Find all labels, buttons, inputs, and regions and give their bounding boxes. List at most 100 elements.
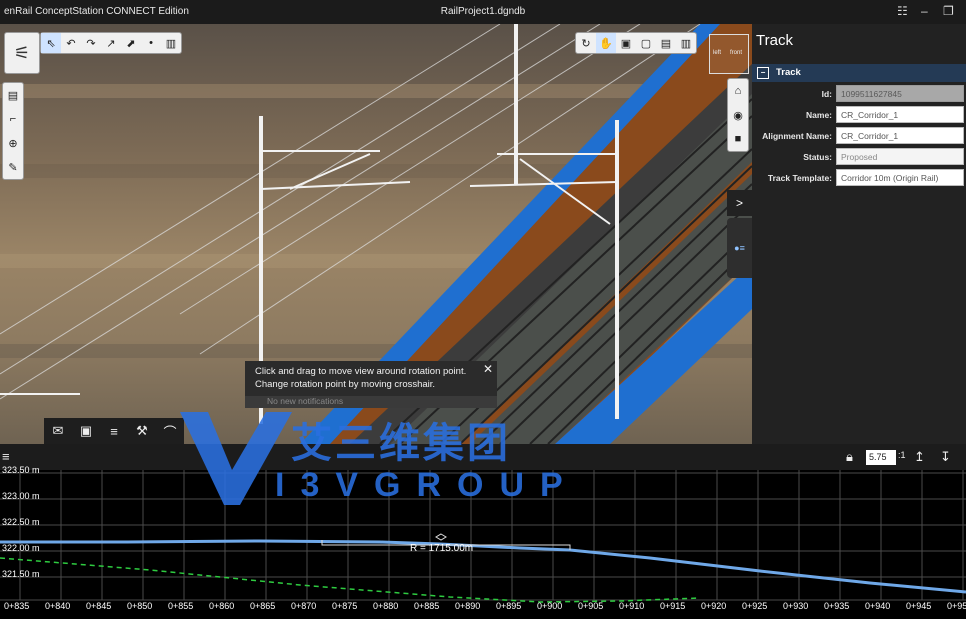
rotate-view-tool[interactable]: ↻ <box>576 33 596 53</box>
field-name: Name: CR_Corridor_1 <box>752 105 966 125</box>
properties-panel: Track − Track Id: 1099511627845 Name: CR… <box>752 24 966 444</box>
pan-view-tool[interactable]: ✋ <box>596 33 616 53</box>
collapse-section-icon[interactable]: − <box>757 67 769 79</box>
layers-icon[interactable]: ▤ <box>3 83 23 107</box>
user-icon[interactable]: ☷ <box>897 4 908 18</box>
ground-line <box>0 557 701 603</box>
watermark-english: I3VGROUP <box>275 466 579 504</box>
redo-tool[interactable]: ↷ <box>81 33 101 53</box>
y-label: 321.50 m <box>2 569 40 579</box>
x-label: 0+950 <box>947 601 966 611</box>
walk-icon[interactable]: ◉ <box>728 103 748 127</box>
select-tool-button[interactable]: ⚟ <box>4 32 40 74</box>
panel-toggle-button[interactable]: > <box>727 190 752 216</box>
terrain-icon[interactable]: ▣ <box>72 418 100 444</box>
collapse-icon[interactable]: ✉ <box>44 418 72 444</box>
y-label: 323.50 m <box>2 465 40 475</box>
watermark: 艾三维集团 I3VGROUP <box>180 410 563 510</box>
view-toolbar: ↻ ✋ ▣ ▢ ▤ ▥ <box>575 32 697 54</box>
x-label: 0+890 <box>455 601 481 611</box>
move-tool[interactable]: ↗ <box>101 33 121 53</box>
left-toolbar: ▤ ⌐ ⊕ ✎ <box>2 82 24 180</box>
x-label: 0+840 <box>45 601 71 611</box>
profile-menu-icon[interactable]: ≡ <box>2 449 10 464</box>
x-label: 0+925 <box>742 601 768 611</box>
section-title: Track <box>776 67 801 78</box>
home-icon[interactable]: ⌂ <box>728 79 748 103</box>
layers-stack-icon[interactable]: ≡ <box>100 418 128 444</box>
status-field[interactable]: Proposed <box>836 148 964 165</box>
track-template-field[interactable]: Corridor 10m (Origin Rail) <box>836 169 964 186</box>
bottom-toolbar: ✉ ▣ ≡ ⚒ ⌒ <box>44 418 184 444</box>
undo-tool[interactable]: ↶ <box>61 33 81 53</box>
field-label: Track Template: <box>767 173 832 183</box>
view-settings-tool[interactable]: ▤ <box>656 33 676 53</box>
x-label: 0+835 <box>4 601 30 611</box>
properties-tab[interactable]: ●≡ <box>727 218 752 278</box>
vertical-exaggerate-icon[interactable]: ↥ <box>914 449 925 465</box>
x-label: 0+940 <box>865 601 891 611</box>
watermark-chinese: 艾三维集团 <box>291 420 511 466</box>
field-label: Name: <box>806 110 832 120</box>
profile-line <box>0 539 966 594</box>
vertical-scale-input[interactable]: 5.75 <box>866 450 896 465</box>
name-field[interactable]: CR_Corridor_1 <box>836 106 964 123</box>
rotate-tooltip: Click and drag to move view around rotat… <box>245 361 497 397</box>
x-label: 0+870 <box>291 601 317 611</box>
cube-front-face[interactable]: front <box>730 50 742 56</box>
restore-button[interactable]: ❐ <box>943 4 954 18</box>
x-label: 0+920 <box>701 601 727 611</box>
camera-icon[interactable]: ■ <box>728 127 748 151</box>
vertical-reduce-icon[interactable]: ↧ <box>940 449 951 465</box>
top-toolbar: ⇖ ↶ ↷ ↗ ⬈ • ▥ <box>40 32 182 54</box>
x-label: 0+915 <box>660 601 686 611</box>
pan-tool[interactable]: ⬈ <box>121 33 141 53</box>
lock-icon[interactable]: 🔒︎ <box>846 449 853 465</box>
field-id: Id: 1099511627845 <box>752 84 966 104</box>
tooltip-text: Click and drag to move view around rotat… <box>255 366 467 390</box>
cube-left-face[interactable]: left <box>713 50 721 56</box>
x-label: 0+930 <box>783 601 809 611</box>
x-label: 0+850 <box>127 601 153 611</box>
tooltip-close-button[interactable]: ✕ <box>483 363 493 376</box>
y-label: 322.00 m <box>2 543 40 553</box>
window-area-tool[interactable]: ▢ <box>636 33 656 53</box>
x-label: 0+910 <box>619 601 645 611</box>
point-tool[interactable]: • <box>141 33 161 53</box>
id-field: 1099511627845 <box>836 85 964 102</box>
track-section-header[interactable]: − Track <box>752 64 966 82</box>
field-label: Status: <box>803 152 832 162</box>
panel-title: Track <box>756 32 793 49</box>
x-label: 0+875 <box>332 601 358 611</box>
title-bar: enRail ConceptStation CONNECT Edition Ra… <box>0 0 966 24</box>
x-label: 0+945 <box>906 601 932 611</box>
x-label: 0+880 <box>373 601 399 611</box>
field-label: Alignment Name: <box>762 131 832 141</box>
pvi-marker <box>435 533 447 541</box>
3d-viewport[interactable]: ⚟ ⇖ ↶ ↷ ↗ ⬈ • ▥ ▤ ⌐ ⊕ ✎ ↻ ✋ ▣ ▢ ▤ ▥ left… <box>0 24 752 444</box>
display-style-tool[interactable]: ▥ <box>676 33 696 53</box>
minimize-button[interactable]: – <box>921 4 928 18</box>
edit-icon[interactable]: ✎ <box>3 155 23 179</box>
document-title: RailProject1.dgndb <box>440 6 526 17</box>
field-track-template: Track Template: Corridor 10m (Origin Rai… <box>752 168 966 188</box>
notification-bar[interactable]: No new notifications <box>245 396 497 408</box>
alignment-name-field[interactable]: CR_Corridor_1 <box>836 127 964 144</box>
field-status: Status: Proposed <box>752 147 966 167</box>
fit-view-tool[interactable]: ▣ <box>616 33 636 53</box>
x-label: 0+905 <box>578 601 604 611</box>
x-label: 0+900 <box>537 601 563 611</box>
delete-tool[interactable]: ▥ <box>161 33 181 53</box>
view-cube[interactable]: left front <box>709 34 749 74</box>
right-view-toolbar: ⌂ ◉ ■ <box>727 78 749 152</box>
construction-icon[interactable]: ⚒ <box>128 418 156 444</box>
measure-icon[interactable]: ⊕ <box>3 131 23 155</box>
x-label: 0+845 <box>86 601 112 611</box>
curve-radius-label: R = 1715.00m <box>410 543 474 554</box>
y-label: 322.50 m <box>2 517 40 527</box>
selection-icon: ⚟ <box>13 42 31 63</box>
draw-icon[interactable]: ⌐ <box>3 107 23 131</box>
x-label: 0+865 <box>250 601 276 611</box>
pointer-tool[interactable]: ⇖ <box>41 33 61 53</box>
notification-text: No new notifications <box>267 396 344 406</box>
